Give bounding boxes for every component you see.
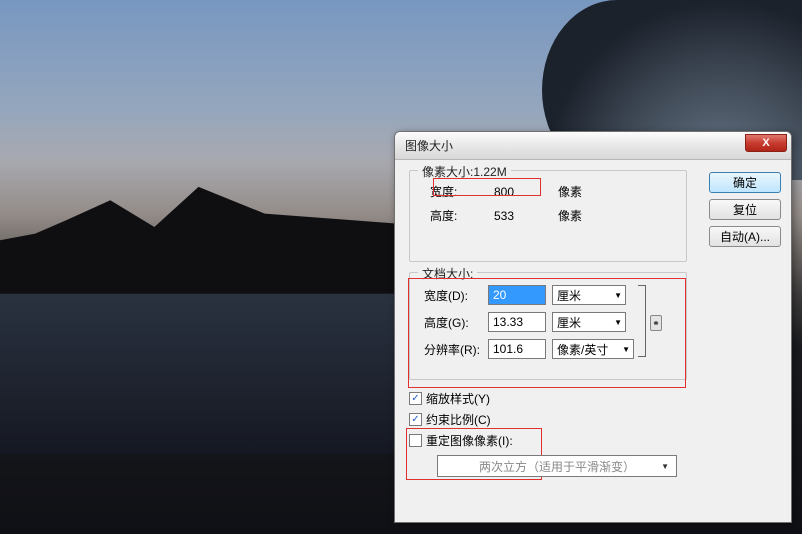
px-height-label: 高度: (430, 207, 488, 224)
resample-method-select[interactable]: 两次立方（适用于平滑渐变） ▼ (437, 455, 677, 477)
constrain-checkbox[interactable]: ✓ (409, 413, 422, 426)
scale-styles-checkbox[interactable]: ✓ (409, 392, 422, 405)
px-height-value: 533 (494, 209, 552, 223)
background-reflection (0, 294, 441, 454)
constrain-label: 约束比例(C) (426, 411, 491, 428)
pixel-dimensions-group: 像素大小:1.22M 宽度: 800 像素 高度: 533 像素 (409, 170, 687, 262)
background-silhouette (0, 160, 441, 294)
buttons-column: 确定 复位 自动(A)... (709, 172, 781, 247)
highlight-doc-size (408, 278, 686, 388)
scale-styles-label: 缩放样式(Y) (426, 390, 490, 407)
resample-label: 重定图像像素(I): (426, 432, 513, 449)
px-width-unit: 像素 (558, 183, 608, 200)
reset-button[interactable]: 复位 (709, 199, 781, 220)
ok-button[interactable]: 确定 (709, 172, 781, 193)
dialog-body: 确定 复位 自动(A)... 像素大小:1.22M 宽度: 800 像素 高度:… (395, 160, 791, 522)
close-button[interactable]: X (745, 134, 787, 152)
image-size-dialog: 图像大小 X 确定 复位 自动(A)... 像素大小:1.22M 宽度: 800… (394, 131, 792, 523)
highlight-pixel-size (433, 178, 541, 196)
dialog-title: 图像大小 (405, 137, 453, 154)
checkbox-area: ✓ 缩放样式(Y) ✓ 约束比例(C) 重定图像像素(I): (409, 390, 687, 449)
auto-button[interactable]: 自动(A)... (709, 226, 781, 247)
chevron-down-icon: ▼ (661, 462, 672, 471)
close-icon: X (762, 137, 769, 149)
resample-checkbox[interactable] (409, 434, 422, 447)
px-height-unit: 像素 (558, 207, 608, 224)
titlebar[interactable]: 图像大小 X (395, 132, 791, 160)
